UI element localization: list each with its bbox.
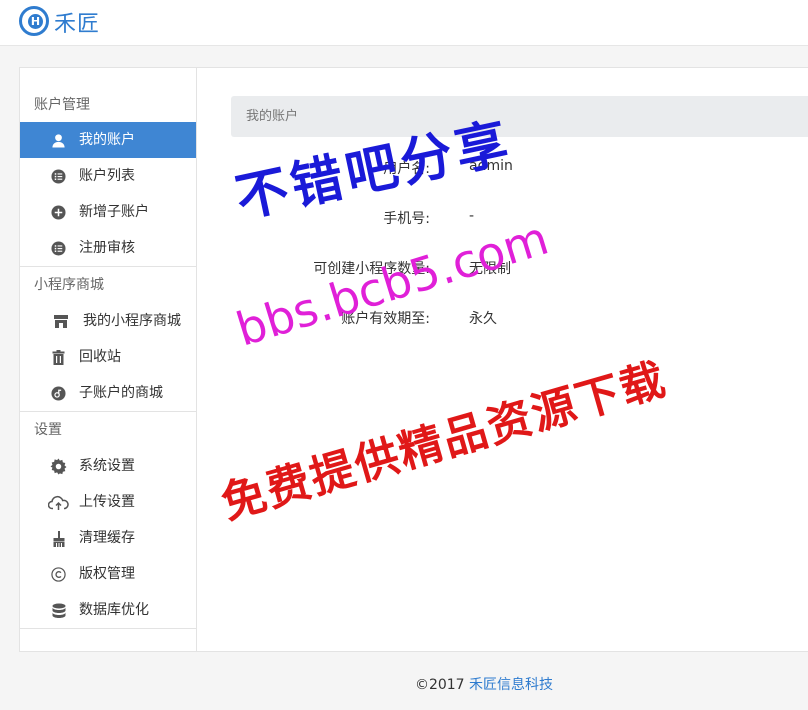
sidebar-group-title: 小程序商城 [34,277,104,293]
sidebar-group-title: 设置 [34,422,62,438]
field-value: admin [469,158,513,174]
sidebar-item-account-list[interactable]: 账户列表 [20,158,196,194]
sidebar: 账户管理 我的账户 账户列表 新增子账户 注册审核 小程序商城 我的小程序商城 … [20,68,197,651]
field-label: 手机号: [383,211,430,227]
field-value: - [469,208,475,224]
sidebar-item-copyright-management[interactable]: 版权管理 [20,556,196,592]
broom-icon [50,530,67,547]
database-icon [50,602,67,619]
field-label: 可创建小程序数量: [313,261,430,277]
list-icon [50,240,67,257]
sidebar-item-registration-review[interactable]: 注册审核 [20,230,196,266]
sidebar-item-upload-settings[interactable]: 上传设置 [20,484,196,520]
field-value: 无限制 [469,261,511,277]
sidebar-item-label: 系统设置 [79,458,135,474]
sidebar-item-label: 上传设置 [79,494,135,510]
sidebar-item-clear-cache[interactable]: 清理缓存 [20,520,196,556]
sidebar-group-mini-program-store: 小程序商城 我的小程序商城 回收站 子账户的商城 [20,267,196,412]
content-area: 我的账户 用户名: admin 手机号: - 可创建小程序数量: 无限制 账户有… [197,68,808,651]
sidebar-group-title: 账户管理 [34,97,90,113]
main-panel: 账户管理 我的账户 账户列表 新增子账户 注册审核 小程序商城 我的小程序商城 … [19,67,808,652]
sidebar-item-add-subaccount[interactable]: 新增子账户 [20,194,196,230]
footer: ©2017 禾匠信息科技 [0,674,808,694]
copyright-icon [50,566,67,583]
field-mini-program-quota: 可创建小程序数量: 无限制 [197,258,808,278]
brand-name[interactable]: 禾匠 [54,6,100,38]
sidebar-item-my-account[interactable]: 我的账户 [20,122,196,158]
sidebar-group-account: 账户管理 我的账户 账户列表 新增子账户 注册审核 [20,88,196,267]
user-icon [50,132,67,149]
sidebar-item-my-store[interactable]: 我的小程序商城 [20,303,196,339]
sidebar-item-label: 版权管理 [79,566,135,582]
sidebar-item-label: 我的小程序商城 [83,313,181,329]
sidebar-group-settings: 设置 系统设置 上传设置 清理缓存 版权管理 数据库优化 [20,412,196,629]
sidebar-item-system-settings[interactable]: 系统设置 [20,448,196,484]
link-circle-icon [50,385,67,402]
sidebar-item-recycle-bin[interactable]: 回收站 [20,339,196,375]
field-label: 用户名: [383,161,430,177]
sidebar-item-label: 注册审核 [79,240,135,256]
sidebar-item-label: 清理缓存 [79,530,135,546]
trash-icon [50,349,67,366]
top-header: H 禾匠 [0,0,808,46]
store-icon [52,313,69,330]
list-icon [50,168,67,185]
plus-circle-icon [50,204,67,221]
sidebar-item-label: 子账户的商城 [79,385,163,401]
gear-icon [50,458,67,475]
brand-logo-icon[interactable]: H [19,6,49,36]
field-label: 账户有效期至: [341,311,430,327]
sidebar-item-label: 我的账户 [79,132,135,148]
footer-company-link[interactable]: 禾匠信息科技 [469,677,553,693]
field-expiry: 账户有效期至: 永久 [197,308,808,328]
field-value: 永久 [469,311,497,327]
sidebar-item-subaccount-stores[interactable]: 子账户的商城 [20,375,196,411]
sidebar-item-database-optimization[interactable]: 数据库优化 [20,592,196,628]
breadcrumb: 我的账户 [231,96,808,137]
sidebar-item-label: 新增子账户 [79,204,149,220]
footer-copyright: ©2017 [414,677,465,693]
sidebar-item-label: 数据库优化 [79,602,149,618]
field-username: 用户名: admin [197,158,808,178]
field-phone: 手机号: - [197,208,808,228]
sidebar-item-label: 回收站 [79,349,121,365]
cloud-upload-icon [48,494,69,511]
sidebar-item-label: 账户列表 [79,168,135,184]
